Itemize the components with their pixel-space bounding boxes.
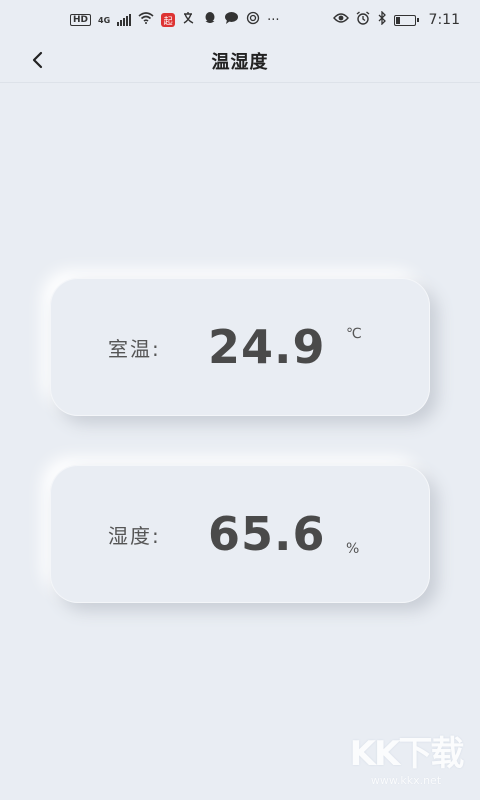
eye-icon: [332, 12, 349, 28]
humidity-card: 湿度: 65.6 %: [50, 465, 430, 603]
humidity-value: 65.6: [208, 507, 326, 561]
nav-bar: 温湿度: [0, 40, 480, 83]
humidity-unit: %: [346, 541, 360, 557]
network-type: 4G: [98, 15, 111, 25]
status-right: 7:11: [332, 10, 460, 29]
temperature-label: 室温:: [108, 336, 161, 361]
status-time: 7:11: [428, 12, 460, 28]
hd-badge: HD: [70, 14, 92, 26]
status-left: HD 4G 起 ···: [70, 11, 280, 29]
hotspot-icon: [246, 11, 260, 29]
translate-icon: [182, 11, 196, 29]
temperature-card: 室温: 24.9 ℃: [50, 278, 430, 416]
more-icon: ···: [267, 12, 280, 28]
wifi-icon: [138, 12, 154, 28]
humidity-label: 湿度:: [108, 523, 161, 548]
qq-icon: [203, 11, 217, 29]
alarm-icon: [356, 11, 370, 29]
app-icon: 起: [161, 13, 176, 27]
battery-level: [395, 16, 400, 24]
status-bar: HD 4G 起 ··· 7:11: [0, 0, 480, 40]
temperature-unit: ℃: [346, 326, 362, 342]
battery-icon: [393, 14, 419, 26]
signal-icon: [117, 14, 132, 26]
back-button[interactable]: [24, 48, 52, 76]
watermark-url: www.kkx.net: [370, 774, 442, 787]
watermark: KK下载 www.kkx.net: [346, 734, 466, 794]
page-title: 温湿度: [211, 52, 269, 73]
temperature-value: 24.9: [208, 320, 326, 374]
chat-icon: [224, 11, 239, 29]
chevron-left-icon: [31, 51, 45, 73]
watermark-logo: KK下载: [349, 734, 465, 774]
bluetooth-icon: [377, 10, 387, 29]
